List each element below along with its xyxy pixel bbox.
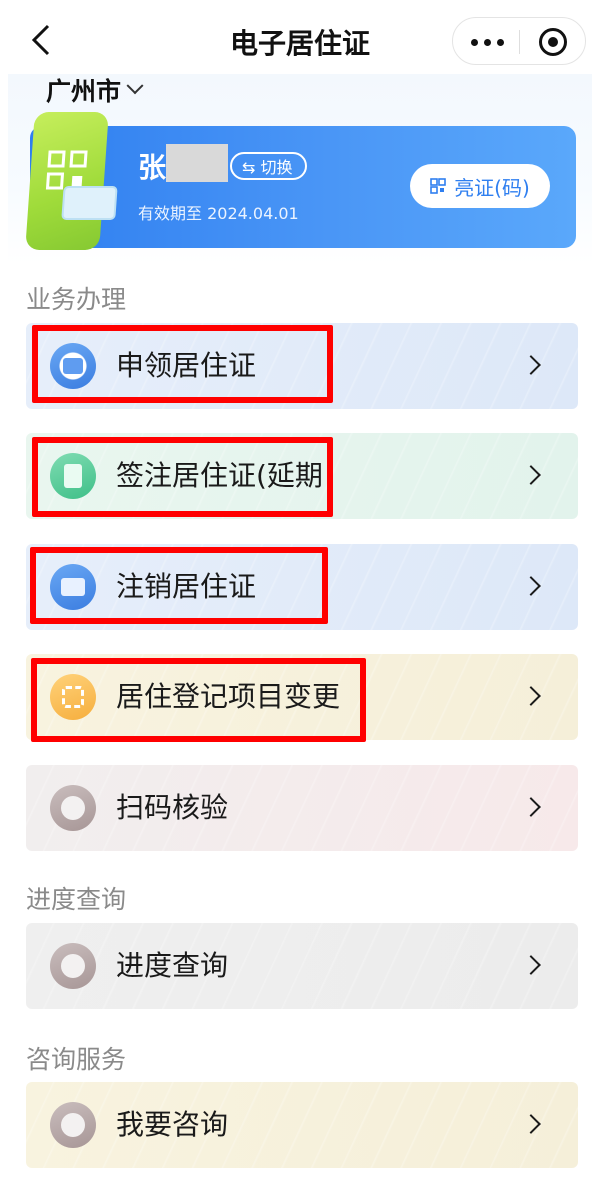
show-certificate-button[interactable]: 亮证(码) xyxy=(410,164,550,208)
validity-date: 有效期至 2024.04.01 xyxy=(138,204,299,223)
target-close-icon[interactable] xyxy=(539,28,567,56)
qr-code-icon xyxy=(45,150,88,190)
chevron-right-icon xyxy=(521,465,541,485)
city-name: 广州市 xyxy=(46,77,122,106)
nav-bar: 电子居住证 xyxy=(0,0,600,78)
section-title-consult: 咨询服务 xyxy=(26,1045,127,1074)
name-redaction xyxy=(166,144,228,182)
phone-card-illustration xyxy=(25,112,118,250)
consult-item[interactable]: 我要咨询 xyxy=(26,1082,578,1168)
chevron-right-icon xyxy=(521,355,541,375)
switch-label: ⇆ 切换 xyxy=(242,158,293,177)
item-label: 居住登记项目变更 xyxy=(116,680,341,713)
switch-button[interactable]: ⇆ 切换 xyxy=(230,152,307,180)
id-card-icon xyxy=(50,343,96,389)
search-icon xyxy=(50,943,96,989)
exchange-icon xyxy=(50,674,96,720)
document-edit-icon xyxy=(50,453,96,499)
show-certificate-label: 亮证(码) xyxy=(454,175,530,200)
item-label: 进度查询 xyxy=(116,949,229,982)
chevron-right-icon xyxy=(521,686,541,706)
holder-name: 张 xyxy=(138,151,167,184)
chevron-right-icon xyxy=(521,955,541,975)
progress-query-item[interactable]: 进度查询 xyxy=(26,923,578,1009)
endorse-residence-permit-item[interactable]: 签注居住证(延期 xyxy=(26,433,578,519)
section-title-business: 业务办理 xyxy=(26,285,127,314)
change-registration-item[interactable]: 居住登记项目变更 xyxy=(26,654,578,740)
card-cancel-icon xyxy=(50,564,96,610)
search-icon xyxy=(50,785,96,831)
cancel-residence-permit-item[interactable]: 注销居住证 xyxy=(26,544,578,630)
chevron-right-icon xyxy=(521,576,541,596)
item-label: 我要咨询 xyxy=(116,1108,229,1141)
mini-program-capsule xyxy=(452,17,586,65)
chevron-down-icon xyxy=(126,77,144,95)
scan-verify-item[interactable]: 扫码核验 xyxy=(26,765,578,851)
apply-residence-permit-item[interactable]: 申领居住证 xyxy=(26,323,578,409)
city-selector[interactable]: 广州市 xyxy=(46,74,144,106)
section-title-progress: 进度查询 xyxy=(26,885,127,914)
search-icon xyxy=(50,1102,96,1148)
item-label: 扫码核验 xyxy=(116,791,229,824)
capsule-divider xyxy=(519,30,520,54)
qr-code-icon xyxy=(430,178,446,194)
more-dots-icon[interactable] xyxy=(467,28,513,56)
chevron-right-icon xyxy=(521,797,541,817)
chevron-right-icon xyxy=(521,1114,541,1134)
id-card-icon xyxy=(61,186,118,220)
item-label: 注销居住证 xyxy=(116,570,257,603)
item-label: 签注居住证(延期 xyxy=(116,459,323,492)
item-label: 申领居住证 xyxy=(116,349,257,382)
